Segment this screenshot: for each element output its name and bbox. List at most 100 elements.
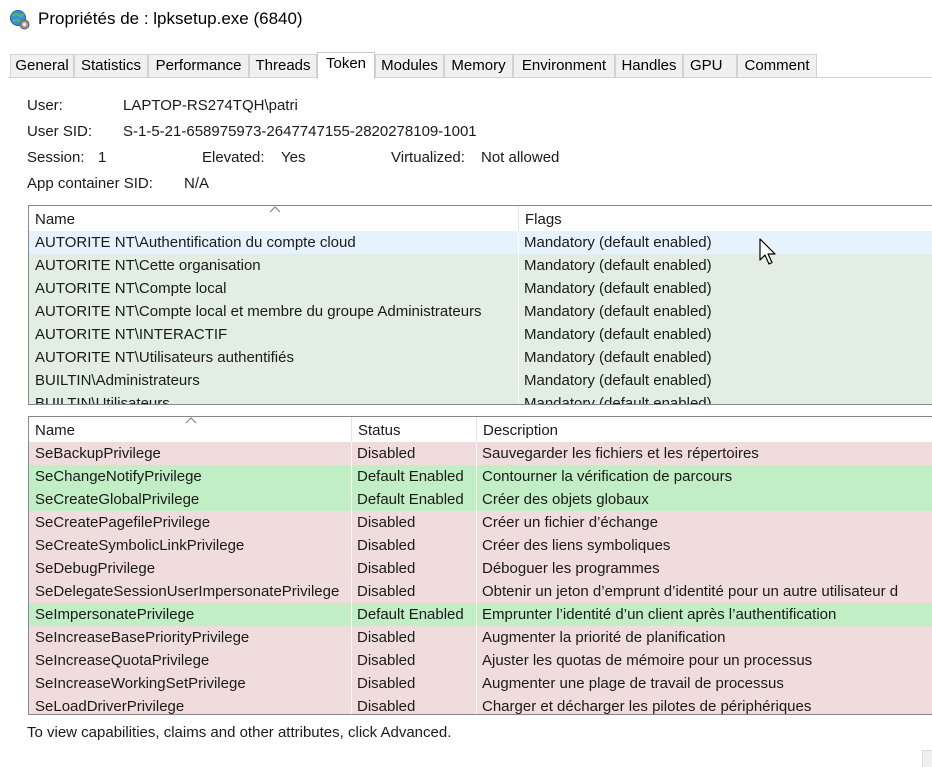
privilege-status-cell: Disabled	[357, 675, 416, 692]
privilege-name-cell: SeIncreaseWorkingSetPrivilege	[35, 675, 246, 692]
group-flags-cell: Mandatory (default enabled)	[524, 303, 712, 320]
privilege-name-cell: SeIncreaseBasePriorityPrivilege	[35, 629, 250, 646]
privilege-status-cell: Disabled	[357, 652, 416, 669]
privilege-status-cell: Default Enabled	[357, 606, 464, 623]
group-flags-cell: Mandatory (default enabled)	[524, 234, 712, 251]
privilege-name-cell: SeDelegateSessionUserImpersonatePrivileg…	[35, 583, 340, 600]
group-flags-cell: Mandatory (default enabled)	[524, 395, 712, 405]
privilege-description-cell: Contourner la vérification de parcours	[482, 468, 733, 485]
privilege-row[interactable]: SeIncreaseBasePriorityPrivilege Disabled A…	[29, 626, 932, 649]
privilege-name-cell: SeIncreaseQuotaPrivilege	[35, 652, 210, 669]
privilege-description-cell: Charger et décharger les pilotes de péri…	[482, 698, 812, 715]
privileges-header: Name Status Description	[29, 417, 932, 442]
privileges-column-status[interactable]: Status	[351, 417, 476, 442]
groups-list[interactable]: Name Flags AUTORITE NT\Authentification …	[28, 205, 932, 405]
group-row[interactable]: AUTORITE NT\Compte local Mandatory (defau…	[29, 277, 932, 300]
tab-comment[interactable]: Comment	[737, 54, 817, 77]
privilege-name-cell: SeDebugPrivilege	[35, 560, 156, 577]
group-name-cell: AUTORITE NT\Authentification du compte c…	[35, 234, 356, 251]
mouse-pointer-icon	[759, 238, 776, 265]
group-row[interactable]: BUILTIN\Utilisateurs Mandatory (default e…	[29, 392, 932, 405]
sort-ascending-icon	[185, 417, 197, 424]
privilege-row[interactable]: SeImpersonatePrivilege Default Enabled Emp…	[29, 603, 932, 626]
scrollbar-corner	[922, 750, 932, 767]
privilege-row[interactable]: SeDelegateSessionUserImpersonatePrivileg…	[29, 580, 932, 603]
privilege-name-cell: SeBackupPrivilege	[35, 445, 161, 462]
group-row[interactable]: AUTORITE NT\INTERACTIF Mandatory (default…	[29, 323, 932, 346]
elevated-value: Yes	[281, 149, 306, 166]
group-name-cell: BUILTIN\Administrateurs	[35, 372, 200, 389]
privilege-status-cell: Default Enabled	[357, 468, 464, 485]
tab-environment[interactable]: Environment	[513, 54, 615, 77]
privilege-row[interactable]: SeLoadDriverPrivilege Disabled Charger et …	[29, 695, 932, 715]
privilege-name-cell: SeChangeNotifyPrivilege	[35, 468, 202, 485]
privilege-row[interactable]: SeCreateSymbolicLinkPrivilege Disabled Cré…	[29, 534, 932, 557]
privilege-status-cell: Disabled	[357, 537, 416, 554]
tab-memory[interactable]: Memory	[444, 54, 513, 77]
group-flags-cell: Mandatory (default enabled)	[524, 372, 712, 389]
group-name-cell: AUTORITE NT\INTERACTIF	[35, 326, 228, 343]
tab-token[interactable]: Token	[317, 52, 375, 79]
column-divider	[351, 442, 352, 714]
privilege-row[interactable]: SeCreateGlobalPrivilege Default Enabled Cr…	[29, 488, 932, 511]
group-row[interactable]: AUTORITE NT\Authentification du compte c…	[29, 231, 932, 254]
tab-gpu[interactable]: GPU	[683, 54, 737, 77]
privileges-list[interactable]: Name Status Description SeBackupPrivileg…	[28, 416, 932, 715]
privilege-row[interactable]: SeChangeNotifyPrivilege Default Enabled Co…	[29, 465, 932, 488]
privilege-description-cell: Déboguer les programmes	[482, 560, 660, 577]
group-name-cell: AUTORITE NT\Utilisateurs authentifiés	[35, 349, 294, 366]
groups-column-flags[interactable]: Flags	[518, 206, 932, 231]
group-row[interactable]: AUTORITE NT\Cette organisation Mandatory …	[29, 254, 932, 277]
tab-performance[interactable]: Performance	[148, 54, 249, 77]
privilege-row[interactable]: SeIncreaseWorkingSetPrivilege Disabled Aug…	[29, 672, 932, 695]
privilege-row[interactable]: SeBackupPrivilege Disabled Sauvegarder les…	[29, 442, 932, 465]
tab-general[interactable]: General	[10, 54, 74, 77]
privilege-status-cell: Disabled	[357, 514, 416, 531]
user-label: User:	[27, 97, 63, 114]
tab-strip: General Statistics Performance Threads T…	[0, 52, 932, 79]
group-row[interactable]: AUTORITE NT\Compte local et membre du gr…	[29, 300, 932, 323]
column-divider	[476, 442, 477, 714]
privilege-name-cell: SeCreateSymbolicLinkPrivilege	[35, 537, 245, 554]
app-settings-icon	[10, 10, 30, 30]
user-sid-value: S-1-5-21-658975973-2647747155-2820278109…	[123, 123, 477, 140]
group-name-cell: AUTORITE NT\Cette organisation	[35, 257, 261, 274]
group-name-cell: AUTORITE NT\Compte local et membre du gr…	[35, 303, 482, 320]
privilege-description-cell: Augmenter la priorité de planification	[482, 629, 726, 646]
privilege-description-cell: Sauvegarder les fichiers et les répertoi…	[482, 445, 759, 462]
elevated-label: Elevated:	[202, 149, 265, 166]
privilege-description-cell: Créer un fichier d’échange	[482, 514, 658, 531]
privilege-status-cell: Disabled	[357, 629, 416, 646]
tab-statistics[interactable]: Statistics	[74, 54, 148, 77]
privilege-status-cell: Default Enabled	[357, 491, 464, 508]
virtualized-label: Virtualized:	[391, 149, 465, 166]
group-flags-cell: Mandatory (default enabled)	[524, 280, 712, 297]
privilege-name-cell: SeLoadDriverPrivilege	[35, 698, 185, 715]
app-container-value: N/A	[184, 175, 210, 192]
privilege-status-cell: Disabled	[357, 698, 416, 715]
group-name-cell: BUILTIN\Utilisateurs	[35, 395, 170, 405]
group-flags-cell: Mandatory (default enabled)	[524, 326, 712, 343]
sort-ascending-icon	[269, 206, 281, 213]
privilege-status-cell: Disabled	[357, 583, 416, 600]
tab-handles[interactable]: Handles	[615, 54, 683, 77]
tab-divider	[8, 77, 932, 78]
tab-threads[interactable]: Threads	[249, 54, 317, 77]
privilege-status-cell: Disabled	[357, 445, 416, 462]
group-row[interactable]: BUILTIN\Administrateurs Mandatory (defaul…	[29, 369, 932, 392]
group-row[interactable]: AUTORITE NT\Utilisateurs authentifiés Man…	[29, 346, 932, 369]
privilege-row[interactable]: SeDebugPrivilege Disabled Déboguer les pro…	[29, 557, 932, 580]
privilege-row[interactable]: SeCreatePagefilePrivilege Disabled Créer u…	[29, 511, 932, 534]
privilege-description-cell: Créer des objets globaux	[482, 491, 649, 508]
group-flags-cell: Mandatory (default enabled)	[524, 349, 712, 366]
user-value: LAPTOP-RS274TQH\patri	[123, 97, 298, 114]
groups-header: Name Flags	[29, 206, 932, 231]
tab-modules[interactable]: Modules	[375, 54, 444, 77]
privileges-column-description[interactable]: Description	[476, 417, 932, 442]
privilege-row[interactable]: SeIncreaseQuotaPrivilege Disabled Ajuster …	[29, 649, 932, 672]
privilege-description-cell: Emprunter l’identité d’un client après l…	[482, 606, 837, 623]
privilege-status-cell: Disabled	[357, 560, 416, 577]
privilege-name-cell: SeCreatePagefilePrivilege	[35, 514, 211, 531]
session-value: 1	[98, 149, 107, 166]
group-name-cell: AUTORITE NT\Compte local	[35, 280, 227, 297]
